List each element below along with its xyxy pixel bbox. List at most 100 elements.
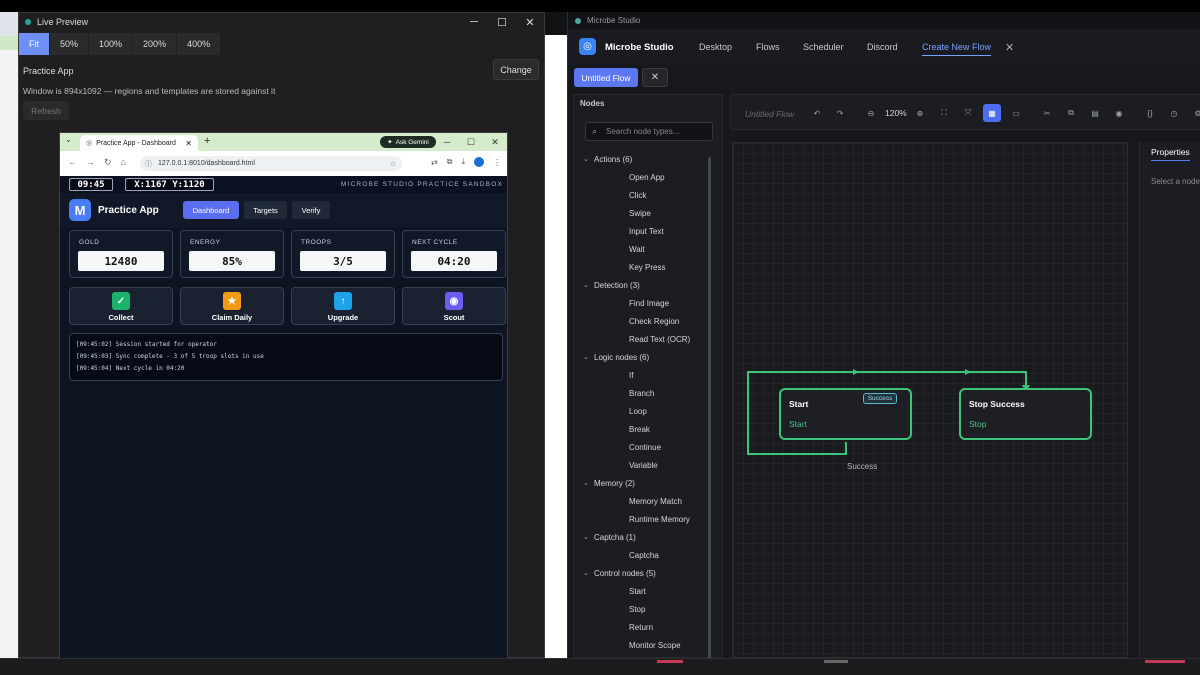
copy-icon[interactable]: ⧉: [1062, 104, 1080, 122]
node-type-item[interactable]: Swipe: [574, 204, 714, 222]
chevron-down-icon[interactable]: ⌄: [583, 479, 589, 487]
node-type-item[interactable]: Branch: [574, 384, 714, 402]
node-type-item[interactable]: Loop: [574, 402, 714, 420]
flow-canvas[interactable]: Start Start Success Stop Success Stop Su…: [732, 142, 1128, 658]
taskbar-app-indicator[interactable]: [824, 660, 848, 663]
close-tab-icon[interactable]: ✕: [185, 139, 192, 148]
node-category[interactable]: ⌄ Control nodes (5): [574, 564, 714, 582]
browser-close-icon[interactable]: ✕: [483, 133, 507, 151]
minimize-icon[interactable]: ─: [460, 13, 488, 31]
tab-dashboard[interactable]: Dashboard: [183, 201, 239, 219]
zoom-fit-button[interactable]: Fit: [19, 33, 50, 55]
node-category[interactable]: ⌄ Detection (3): [574, 276, 714, 294]
node-type-item[interactable]: If: [574, 366, 714, 384]
properties-tab[interactable]: Properties: [1151, 147, 1190, 161]
browser-minimize-icon[interactable]: ─: [435, 133, 459, 151]
node-stop-success[interactable]: Stop Success Stop: [959, 388, 1092, 440]
node-type-item[interactable]: Start: [574, 582, 714, 600]
fit-view-icon[interactable]: ⛶: [935, 104, 953, 122]
node-type-item[interactable]: Read Text (OCR): [574, 330, 714, 348]
taskbar-app-indicator[interactable]: [1145, 660, 1185, 663]
nav-create-new-flow[interactable]: Create New Flow: [922, 42, 992, 56]
flow-tab-untitled[interactable]: Untitled Flow: [574, 68, 638, 87]
history-icon[interactable]: ◷: [1165, 104, 1183, 122]
chevron-down-icon[interactable]: ⌄: [583, 569, 589, 577]
extensions-icon[interactable]: ⧉: [447, 157, 453, 167]
zoom-400-button[interactable]: 400%: [177, 33, 222, 55]
back-icon[interactable]: ←: [68, 157, 77, 168]
translate-icon[interactable]: ⇄: [431, 158, 438, 167]
url-field[interactable]: ⓘ 127.0.0.1:8010/dashboard.html ☆: [140, 156, 402, 171]
nav-discord[interactable]: Discord: [867, 42, 898, 52]
node-type-item[interactable]: Variable: [574, 456, 714, 474]
nodes-scrollbar[interactable]: [708, 157, 711, 664]
chevron-down-icon[interactable]: ⌄: [583, 353, 589, 361]
node-category[interactable]: ⌄ Captcha (1): [574, 528, 714, 546]
forward-icon[interactable]: →: [86, 157, 95, 168]
node-start[interactable]: Start Start Success: [779, 388, 912, 440]
redo-icon[interactable]: ↷: [831, 104, 849, 122]
new-tab-icon[interactable]: +: [204, 135, 210, 147]
node-category[interactable]: ⌄ Logic nodes (6): [574, 348, 714, 366]
node-type-item[interactable]: Continue: [574, 438, 714, 456]
node-type-item[interactable]: Click: [574, 186, 714, 204]
scout-button[interactable]: ◉ Scout: [402, 287, 506, 325]
settings-icon[interactable]: ⚙: [1189, 104, 1200, 122]
node-type-item[interactable]: Key Press: [574, 258, 714, 276]
browser-tab[interactable]: ◎ Practice App - Dashboard ✕: [80, 135, 198, 151]
node-category[interactable]: ⌄ Actions (6): [574, 150, 714, 168]
code-braces-icon[interactable]: {}: [1141, 104, 1159, 122]
browser-maximize-icon[interactable]: ☐: [459, 133, 483, 151]
undo-icon[interactable]: ↶: [808, 104, 826, 122]
grid-toggle-icon[interactable]: ▦: [983, 104, 1001, 122]
chevron-down-icon[interactable]: ⌄: [583, 281, 589, 289]
minimap-icon[interactable]: ▭: [1007, 104, 1025, 122]
collect-button[interactable]: ✓ Collect: [69, 287, 173, 325]
node-type-item[interactable]: Monitor Scope: [574, 636, 714, 654]
nav-desktop[interactable]: Desktop: [699, 42, 732, 52]
download-icon[interactable]: ⤓: [461, 157, 465, 167]
change-app-button[interactable]: Change: [493, 59, 539, 80]
zoom-100-button[interactable]: 100%: [89, 33, 134, 55]
node-type-item[interactable]: Return: [574, 618, 714, 636]
node-search-input[interactable]: ⌕ Search node types...: [585, 122, 713, 141]
tab-targets[interactable]: Targets: [244, 201, 287, 219]
refresh-button[interactable]: Refresh: [23, 101, 69, 120]
close-icon[interactable]: ✕: [516, 13, 544, 31]
zoom-50-button[interactable]: 50%: [50, 33, 90, 55]
nav-flows[interactable]: Flows: [756, 42, 780, 52]
ask-gemini-button[interactable]: ✦ Ask Gemini: [380, 136, 436, 148]
node-type-item[interactable]: Stop: [574, 600, 714, 618]
profile-avatar[interactable]: [474, 157, 484, 167]
node-category[interactable]: ⌄ Memory (2): [574, 474, 714, 492]
nav-scheduler[interactable]: Scheduler: [803, 42, 844, 52]
node-type-item[interactable]: Open App: [574, 168, 714, 186]
close-flow-icon[interactable]: ✕: [642, 68, 668, 87]
bookmark-star-icon[interactable]: ☆: [390, 160, 396, 168]
tab-menu-icon[interactable]: ⌄: [65, 135, 72, 144]
close-tab-icon[interactable]: ✕: [1005, 41, 1014, 54]
chevron-down-icon[interactable]: ⌄: [583, 155, 589, 163]
chevron-down-icon[interactable]: ⌄: [583, 533, 589, 541]
maximize-icon[interactable]: ☐: [488, 13, 516, 31]
node-type-item[interactable]: Find Image: [574, 294, 714, 312]
taskbar-app-indicator[interactable]: [657, 660, 683, 663]
center-view-icon[interactable]: ⤧: [959, 104, 977, 122]
node-type-item[interactable]: Memory Match: [574, 492, 714, 510]
zoom-200-button[interactable]: 200%: [133, 33, 178, 55]
reload-icon[interactable]: ↻: [104, 157, 112, 168]
site-info-icon[interactable]: ⓘ: [145, 159, 152, 169]
home-icon[interactable]: ⌂: [121, 157, 126, 168]
tab-verify[interactable]: Verify: [292, 201, 330, 219]
browser-menu-icon[interactable]: ⋮: [493, 158, 501, 167]
zoom-in-icon[interactable]: ⊕: [911, 104, 929, 122]
preview-eye-icon[interactable]: ◉: [1110, 104, 1128, 122]
node-type-item[interactable]: Check Region: [574, 312, 714, 330]
node-type-item[interactable]: Input Text: [574, 222, 714, 240]
zoom-out-icon[interactable]: ⊖: [862, 104, 880, 122]
upgrade-button[interactable]: ↑ Upgrade: [291, 287, 395, 325]
node-type-item[interactable]: Captcha: [574, 546, 714, 564]
claim-daily-button[interactable]: ★ Claim Daily: [180, 287, 284, 325]
cut-icon[interactable]: ✂: [1038, 104, 1056, 122]
node-type-item[interactable]: Runtime Memory: [574, 510, 714, 528]
